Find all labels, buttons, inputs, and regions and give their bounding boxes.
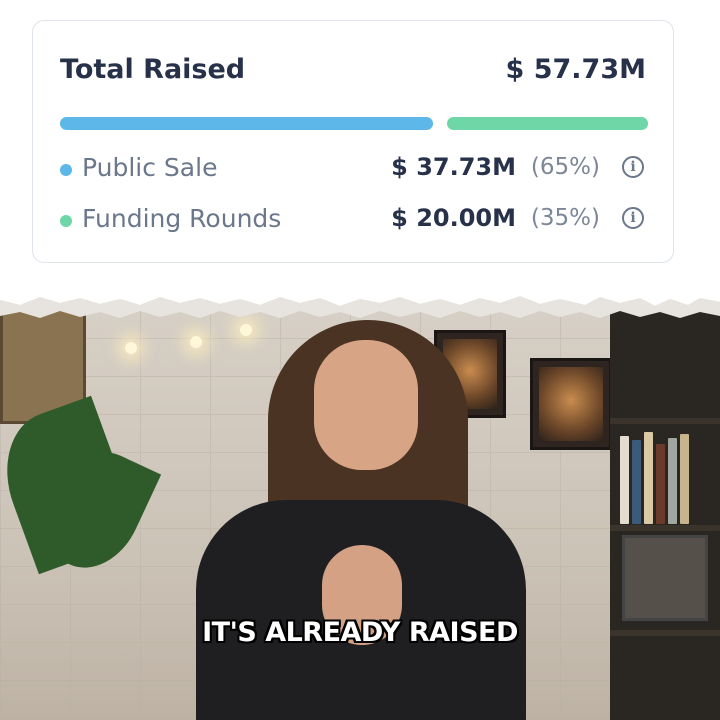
framed-picture [530, 358, 612, 450]
total-raised-card: Total Raised $ 57.73M Public Sale $ 37.7… [32, 20, 674, 263]
person-face [314, 340, 418, 470]
funding-rounds-value: $ 20.00M [391, 204, 516, 232]
string-light [125, 342, 137, 354]
funding-rounds-percent: (35%) [530, 205, 600, 231]
string-light [190, 336, 202, 348]
video-frame [0, 300, 720, 720]
public-sale-label: Public Sale [82, 153, 218, 182]
public-sale-percent: (65%) [530, 154, 600, 180]
card-title: Total Raised [60, 54, 246, 85]
funding-rounds-dot-icon [60, 215, 72, 227]
info-icon[interactable]: i [622, 207, 644, 229]
funding-rounds-label: Funding Rounds [82, 204, 282, 233]
total-amount: $ 57.73M [505, 54, 646, 85]
public-sale-row: Public Sale $ 37.73M (65%) i [60, 150, 646, 190]
funding-rounds-bar [447, 117, 648, 130]
public-sale-value: $ 37.73M [391, 153, 516, 181]
torn-paper-edge [0, 272, 720, 318]
framed-sign [622, 535, 708, 621]
public-sale-dot-icon [60, 164, 72, 176]
stats-panel-area: Total Raised $ 57.73M Public Sale $ 37.7… [0, 0, 720, 300]
info-icon[interactable]: i [622, 156, 644, 178]
funding-rounds-row: Funding Rounds $ 20.00M (35%) i [60, 201, 646, 241]
video-caption: IT'S ALREADY RAISED [202, 617, 518, 648]
string-light [240, 324, 252, 336]
bookshelf [610, 310, 720, 720]
public-sale-bar [60, 117, 433, 130]
